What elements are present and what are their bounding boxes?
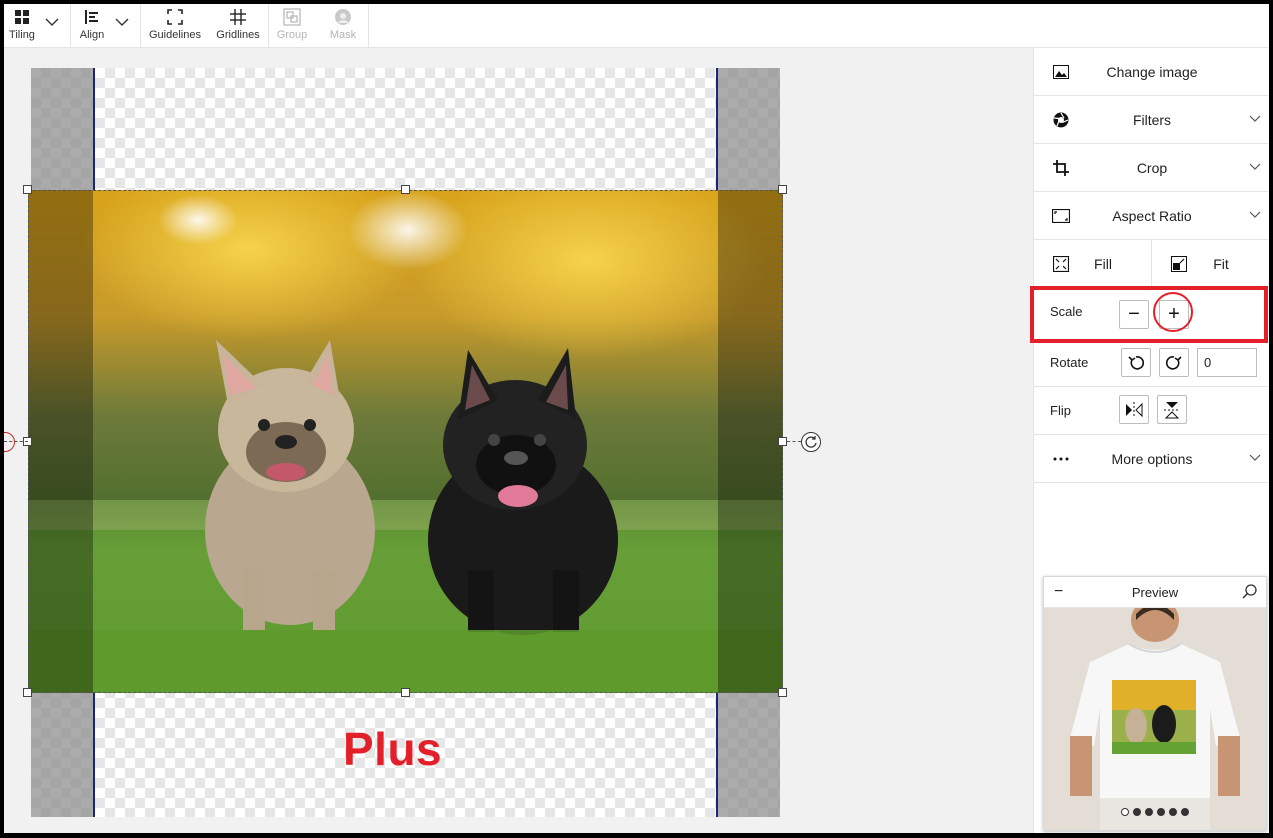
resize-handle-right[interactable]	[778, 437, 787, 446]
aspect-ratio-label: Aspect Ratio	[1112, 208, 1192, 224]
flip-horizontal-button[interactable]	[1119, 395, 1149, 424]
resize-handle-top[interactable]	[401, 185, 410, 194]
rotate-connector	[787, 441, 801, 442]
preview-page-dot[interactable]	[1157, 808, 1165, 816]
resize-handle-top-left[interactable]	[23, 185, 32, 194]
chevron-down-icon	[1249, 454, 1261, 461]
design-editor: Tiling Align Guidelines Gridlines Group …	[4, 4, 1269, 833]
zoom-search-icon[interactable]	[1242, 584, 1258, 600]
preview-page-dot[interactable]	[1169, 808, 1177, 816]
flip-label: Flip	[1050, 403, 1071, 418]
rotate-right-button[interactable]	[1159, 348, 1189, 377]
chevron-down-icon	[1249, 211, 1261, 218]
filters-row[interactable]: Filters	[1034, 96, 1269, 144]
group-icon	[283, 8, 301, 26]
guidelines-button[interactable]: Guidelines	[146, 4, 204, 48]
aspect-ratio-row[interactable]: Aspect Ratio	[1034, 192, 1269, 240]
gridlines-button[interactable]: Gridlines	[210, 4, 266, 48]
flip-vertical-button[interactable]	[1157, 395, 1187, 424]
gridlines-label: Gridlines	[216, 29, 260, 41]
chevron-down-icon	[1249, 115, 1261, 122]
more-options-row[interactable]: More options	[1034, 435, 1269, 483]
tiling-button[interactable]: Tiling	[4, 4, 40, 48]
preview-page-dot[interactable]	[1133, 808, 1141, 816]
preview-page-dot[interactable]	[1181, 808, 1189, 816]
fit-label: Fit	[1213, 256, 1229, 272]
annotation-plus-text: Plus	[343, 723, 443, 775]
rotate-left-button[interactable]	[1121, 348, 1151, 377]
align-label: Align	[79, 29, 105, 41]
align-icon	[83, 8, 101, 26]
fill-button[interactable]: Fill	[1034, 240, 1152, 288]
gridlines-icon	[229, 8, 247, 26]
preview-title: Preview	[1131, 585, 1179, 600]
resize-handle-bottom-left[interactable]	[23, 688, 32, 697]
rotate-angle-input[interactable]: 0	[1197, 348, 1257, 377]
fill-fit-row: Fill Fit	[1034, 240, 1269, 288]
toolbar-divider	[70, 4, 71, 48]
rotate-ccw-icon	[1128, 355, 1144, 370]
preview-header: − Preview	[1044, 577, 1266, 608]
preview-pagination	[1044, 808, 1266, 816]
fit-button[interactable]: Fit	[1152, 240, 1269, 288]
tshirt-mockup	[1044, 608, 1266, 830]
toolbar: Tiling Align Guidelines Gridlines Group …	[4, 4, 1269, 48]
toolbar-divider	[268, 4, 269, 48]
rotate-label: Rotate	[1050, 355, 1089, 370]
tiling-label: Tiling	[9, 29, 35, 41]
crop-label: Crop	[1136, 160, 1168, 176]
resize-handle-bottom[interactable]	[401, 688, 410, 697]
guidelines-icon	[166, 8, 184, 26]
rotate-cw-icon	[1166, 355, 1182, 370]
more-options-label: More options	[1111, 451, 1193, 467]
plus-button-annotation-circle	[1153, 292, 1193, 332]
align-button[interactable]: Align	[72, 4, 112, 48]
chevron-down-icon	[1249, 163, 1261, 170]
rotate-row: Rotate 0	[1034, 339, 1269, 387]
crop-row[interactable]: Crop	[1034, 144, 1269, 192]
mask-label: Mask	[329, 29, 357, 41]
rotate-handle-left-icon[interactable]	[4, 432, 15, 452]
flip-vertical-icon	[1164, 401, 1180, 418]
flip-row: Flip	[1034, 387, 1269, 435]
fill-label: Fill	[1094, 256, 1112, 272]
group-button[interactable]: Group	[270, 4, 314, 48]
group-label: Group	[276, 29, 308, 41]
tiling-dropdown-chevron-icon[interactable]	[44, 14, 60, 30]
filters-label: Filters	[1132, 112, 1172, 128]
mask-button[interactable]: Mask	[320, 4, 366, 48]
design-canvas[interactable]	[4, 68, 821, 817]
tiling-icon	[13, 8, 31, 26]
toolbar-divider	[368, 4, 369, 48]
toolbar-divider	[140, 4, 141, 48]
resize-handle-top-right[interactable]	[778, 185, 787, 194]
scale-highlight-box	[1030, 286, 1268, 343]
rotate-handle-icon[interactable]	[801, 432, 821, 452]
preview-window: − Preview	[1043, 576, 1267, 831]
change-image-label: Change image	[1106, 64, 1198, 80]
preview-page-dot[interactable]	[1121, 808, 1129, 816]
guidelines-label: Guidelines	[149, 29, 201, 41]
flip-horizontal-icon	[1126, 401, 1143, 418]
preview-page-dot[interactable]	[1145, 808, 1153, 816]
change-image-button[interactable]: Change image	[1034, 48, 1269, 96]
tshirt-mockup-image[interactable]	[1044, 608, 1266, 830]
align-dropdown-chevron-icon[interactable]	[114, 14, 130, 30]
mask-icon	[334, 8, 352, 26]
resize-handle-bottom-right[interactable]	[778, 688, 787, 697]
selection-box	[28, 190, 783, 693]
